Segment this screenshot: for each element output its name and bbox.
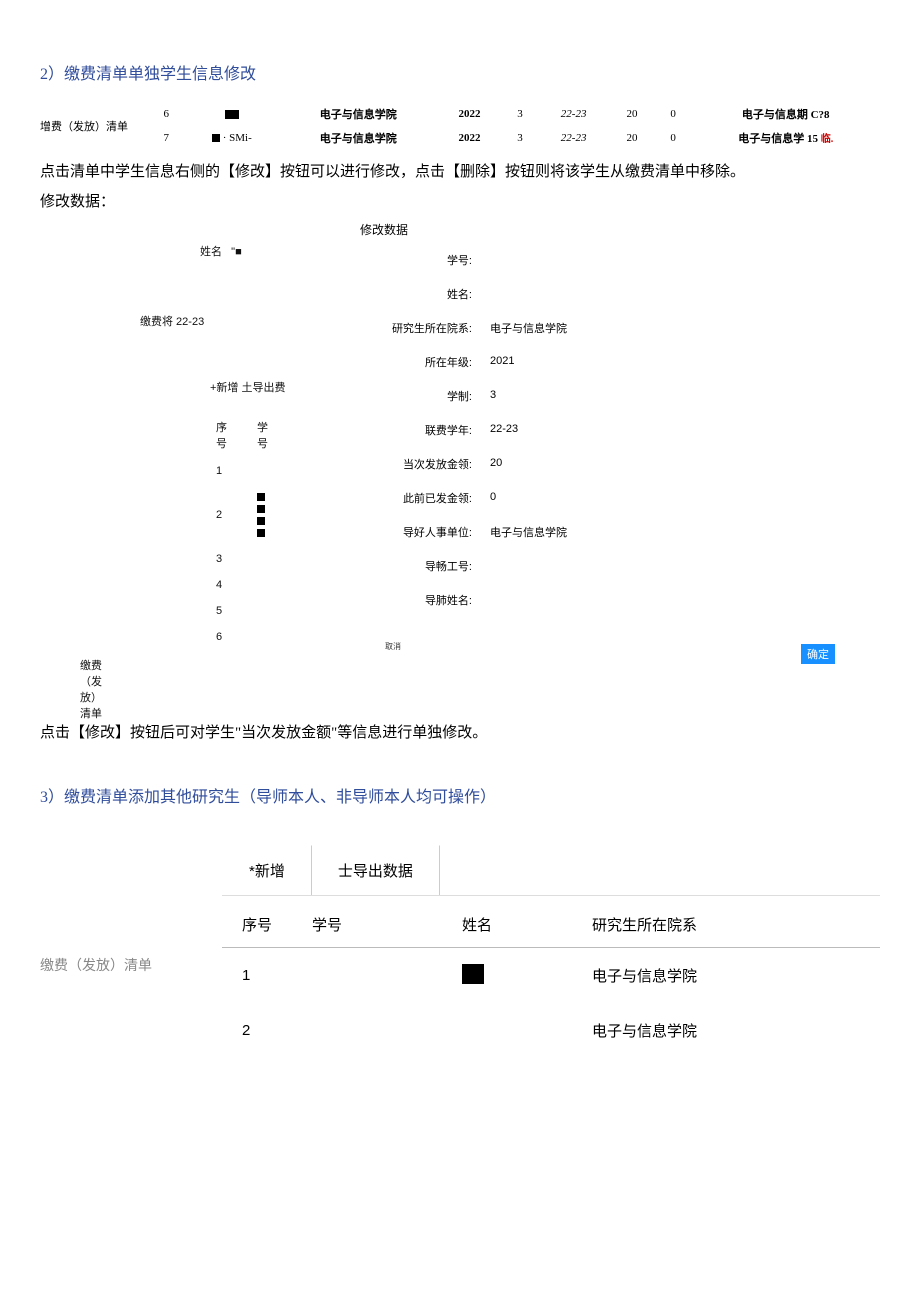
cell-amt: 20 xyxy=(609,102,655,126)
hdr-name: 姓名 xyxy=(462,914,592,935)
cell-seq: 6 xyxy=(148,102,185,126)
cell-dept: 电子与信息学院 xyxy=(279,102,437,126)
field-label-prev: 此前已发金领: xyxy=(340,490,490,506)
field-value-amount[interactable]: 20 xyxy=(490,457,502,471)
tab-row: *新增 士导出数据 xyxy=(222,845,880,896)
bg-row-seq: 6 xyxy=(202,625,241,649)
cell-id xyxy=(185,102,280,126)
section-3-heading: 3）缴费清单添加其他研究生（导师本人、非导师本人均可操作） xyxy=(40,783,880,807)
cell-tail: 电子与信息学 15 临. xyxy=(691,126,880,150)
bg-name-label: 姓名 xyxy=(200,246,222,258)
instruction-text-1: 点击清单中学生信息右侧的【修改】按钮可以进行修改，点击【删除】按钮则将该学生从缴… xyxy=(40,160,880,186)
cell-yr2: 22-23 xyxy=(538,102,609,126)
cell-year: 2022 xyxy=(437,102,502,126)
hdr-dept: 研究生所在院系 xyxy=(592,914,880,935)
edit-modal: 修改数据 学号: 姓名: 研究生所在院系:电子与信息学院 所在年级:2021 学… xyxy=(340,221,680,626)
field-label-advisor-name: 导肺姓名: xyxy=(340,592,490,608)
top-side-label: 增费（发放）清单 xyxy=(40,118,128,134)
table-row: 6 电子与信息学院 2022 3 22-23 20 0 电子与信息期 C?8 xyxy=(148,102,880,126)
list-item[interactable]: 2 电子与信息学院 xyxy=(222,1004,880,1057)
bg-name-value: "■ xyxy=(231,246,242,258)
list-item[interactable]: 1 电子与信息学院 xyxy=(222,948,880,1004)
top-table-wrap: 增费（发放）清单 6 电子与信息学院 2022 3 22-23 20 0 电子与… xyxy=(40,102,880,150)
cell-seq: 1 xyxy=(222,967,312,984)
cell-tail: 电子与信息期 C?8 xyxy=(691,102,880,126)
modal-area: 姓名 "■ 缴费将 22-23 +新增 土导出费 序号学号 1 2 3 4 5 … xyxy=(40,221,880,711)
bg-side-label: 缴费（发放）清单 xyxy=(80,657,102,721)
section-3: 3）缴费清单添加其他研究生（导师本人、非导师本人均可操作） 缴费（发放）清单 *… xyxy=(40,783,880,1057)
field-label-name: 姓名: xyxy=(340,286,490,302)
hdr-seq: 序号 xyxy=(222,914,312,935)
confirm-button[interactable]: 确定 xyxy=(801,644,835,664)
tab-add-new[interactable]: *新增 xyxy=(222,845,312,895)
field-label-feeyear: 联费学年: xyxy=(340,422,490,438)
field-value-dept[interactable]: 电子与信息学院 xyxy=(490,320,567,336)
bg-row-id xyxy=(243,485,282,545)
cell-dept: 电子与信息学院 xyxy=(592,965,880,986)
cell-dur: 3 xyxy=(502,102,539,126)
field-value-feeyear[interactable]: 22-23 xyxy=(490,423,518,437)
cancel-hint[interactable]: 取消 xyxy=(385,641,401,652)
bg-fee-label: 缴费将 22-23 xyxy=(140,313,204,329)
field-value-duration[interactable]: 3 xyxy=(490,389,496,403)
cell-prev: 0 xyxy=(655,126,692,150)
hdr-id: 学号 xyxy=(312,914,462,935)
field-label-advisor-id: 导畅工号: xyxy=(340,558,490,574)
bg-row-seq: 4 xyxy=(202,573,241,597)
cell-amt: 20 xyxy=(609,126,655,150)
cell-name xyxy=(462,964,592,988)
bg-add-export[interactable]: +新增 土导出费 xyxy=(210,379,285,395)
bg-row-seq: 2 xyxy=(202,485,241,545)
top-table: 6 电子与信息学院 2022 3 22-23 20 0 电子与信息期 C?8 7… xyxy=(148,102,880,150)
bg-row-seq: 1 xyxy=(202,459,241,483)
cell-id: ■・SMi- · SMi- xyxy=(185,126,280,150)
bg-small-table: 序号学号 1 2 3 4 5 6 xyxy=(200,411,284,651)
cell-prev: 0 xyxy=(655,102,692,126)
add-side-label: 缴费（发放）清单 xyxy=(40,955,152,975)
table-row: 7 ■・SMi- · SMi- 电子与信息学院 2022 3 22-23 20 … xyxy=(148,126,880,150)
bg-row-seq: 3 xyxy=(202,547,241,571)
bg-hdr-seq: 序号 xyxy=(202,413,241,457)
bg-hdr-id: 学号 xyxy=(243,413,282,457)
cell-year: 2022 xyxy=(437,126,502,150)
tab-export[interactable]: 士导出数据 xyxy=(312,845,440,895)
field-value-prev[interactable]: 0 xyxy=(490,491,496,505)
cell-dept: 电子与信息学院 xyxy=(592,1020,880,1041)
add-main: *新增 士导出数据 序号 学号 姓名 研究生所在院系 1 电子与信息学院 2 电… xyxy=(222,845,880,1057)
modal-title: 修改数据 xyxy=(360,221,680,238)
cell-dept: 电子与信息学院 xyxy=(279,126,437,150)
field-value-grade[interactable]: 2021 xyxy=(490,355,514,369)
bg-row-seq: 5 xyxy=(202,599,241,623)
cell-seq: 2 xyxy=(222,1022,312,1039)
field-value-advisor-dept[interactable]: 电子与信息学院 xyxy=(490,524,567,540)
field-label-dept: 研究生所在院系: xyxy=(340,320,490,336)
section-2-heading: 2）缴费清单单独学生信息修改 xyxy=(40,60,880,84)
field-label-id: 学号: xyxy=(340,252,490,268)
cell-seq: 7 xyxy=(148,126,185,150)
instruction-text-3: 点击【修改】按钮后可对学生"当次发放金额"等信息进行单独修改。 xyxy=(40,721,880,747)
field-label-grade: 所在年级: xyxy=(340,354,490,370)
instruction-text-2: 修改数据： xyxy=(40,190,880,216)
field-label-advisor-dept: 导好人事单位: xyxy=(340,524,490,540)
add-header-row: 序号 学号 姓名 研究生所在院系 xyxy=(222,914,880,948)
field-label-amount: 当次发放金领: xyxy=(340,456,490,472)
cell-yr2: 22-23 xyxy=(538,126,609,150)
field-label-duration: 学制: xyxy=(340,388,490,404)
cell-dur: 3 xyxy=(502,126,539,150)
